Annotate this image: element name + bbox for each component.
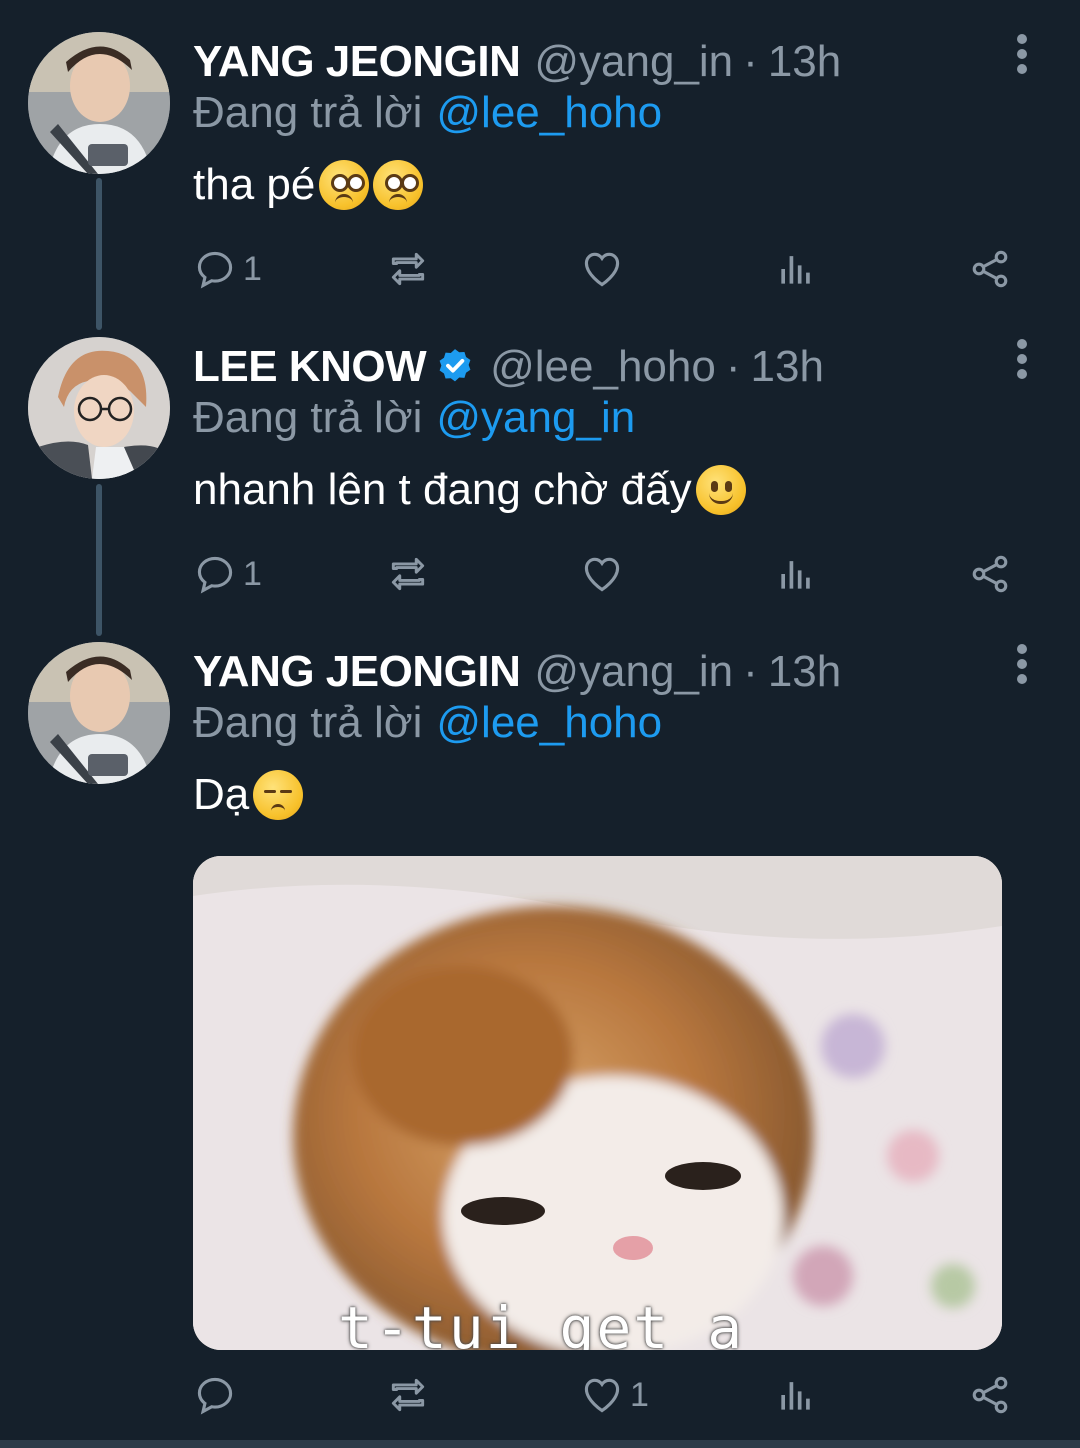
timestamp[interactable]: 13h [768, 37, 841, 87]
retweet-icon [391, 1378, 425, 1412]
like-icon [584, 1378, 620, 1413]
tweet-text-content: nhanh lên t đang chờ đấy [193, 465, 692, 514]
avatar[interactable] [28, 32, 170, 174]
reply-icon [197, 556, 233, 594]
slightly-smiling-face-emoji [695, 465, 746, 515]
retweet-icon [391, 557, 425, 591]
tweet-text-content: tha pé [193, 160, 316, 209]
author-name[interactable]: YANG JEONGIN [193, 647, 521, 697]
separator-dot: · [725, 342, 741, 391]
retweet-button[interactable] [386, 244, 430, 294]
reply-target-link[interactable]: @yang_in [436, 393, 635, 442]
reply-icon [197, 251, 233, 289]
reply-button[interactable]: 1 [193, 549, 262, 599]
like-button[interactable] [580, 244, 630, 294]
reply-target-link[interactable]: @lee_hoho [436, 698, 662, 747]
author-handle[interactable]: @yang_in [534, 647, 733, 697]
like-icon [584, 557, 620, 592]
share-icon [972, 1376, 1008, 1414]
replying-to-label: Đang trả lời [193, 88, 423, 137]
reply-icon [197, 1377, 233, 1415]
timestamp[interactable]: 13h [768, 647, 841, 697]
divider [0, 1440, 1080, 1448]
pensive-face-emoji [253, 770, 304, 820]
pleading-face-emoji [319, 160, 370, 210]
like-count: 1 [630, 1375, 649, 1414]
author-handle[interactable]: @lee_hoho [490, 342, 716, 392]
share-icon [972, 250, 1008, 288]
media-caption: t-tui get a [338, 1294, 745, 1350]
tweet-text: Dạ [193, 770, 304, 820]
analytics-button[interactable] [774, 244, 818, 294]
reply-button[interactable] [193, 1370, 243, 1420]
reply-count: 1 [243, 554, 262, 593]
verified-badge-icon [439, 349, 471, 382]
tweet-text: tha pé [193, 160, 424, 210]
share-icon [972, 555, 1008, 593]
author-name[interactable]: LEE KNOW [193, 342, 427, 392]
author-name[interactable]: YANG JEONGIN [193, 37, 521, 87]
replying-to-label: Đang trả lời [193, 393, 423, 442]
more-icon[interactable] [1012, 339, 1032, 385]
like-button[interactable] [580, 549, 630, 599]
timestamp[interactable]: 13h [751, 342, 824, 392]
pleading-face-emoji [373, 160, 424, 210]
kitten-photo [193, 856, 1002, 1350]
like-button[interactable]: 1 [580, 1370, 649, 1420]
avatar[interactable] [28, 337, 170, 479]
reply-target-link[interactable]: @lee_hoho [436, 88, 662, 137]
tweet-text-content: Dạ [193, 770, 250, 819]
analytics-button[interactable] [774, 549, 818, 599]
retweet-button[interactable] [386, 1370, 430, 1420]
tweet-text: nhanh lên t đang chờ đấy [193, 465, 746, 515]
like-icon [584, 252, 620, 287]
separator-dot: · [743, 37, 758, 86]
reply-button[interactable]: 1 [193, 244, 262, 294]
more-icon[interactable] [1012, 34, 1032, 80]
analytics-icon [781, 256, 810, 284]
share-button[interactable] [968, 549, 1012, 599]
author-handle[interactable]: @yang_in [534, 37, 733, 87]
analytics-button[interactable] [774, 1370, 818, 1420]
analytics-icon [781, 1382, 810, 1410]
separator-dot: · [743, 647, 758, 696]
replying-to-label: Đang trả lời [193, 698, 423, 747]
retweet-button[interactable] [386, 549, 430, 599]
retweet-icon [391, 252, 425, 286]
tweet-media-image[interactable]: t-tui get a [193, 856, 1002, 1350]
analytics-icon [781, 561, 810, 589]
share-button[interactable] [968, 244, 1012, 294]
share-button[interactable] [968, 1370, 1012, 1420]
more-icon[interactable] [1012, 644, 1032, 690]
reply-count: 1 [243, 249, 262, 288]
avatar[interactable] [28, 642, 170, 784]
